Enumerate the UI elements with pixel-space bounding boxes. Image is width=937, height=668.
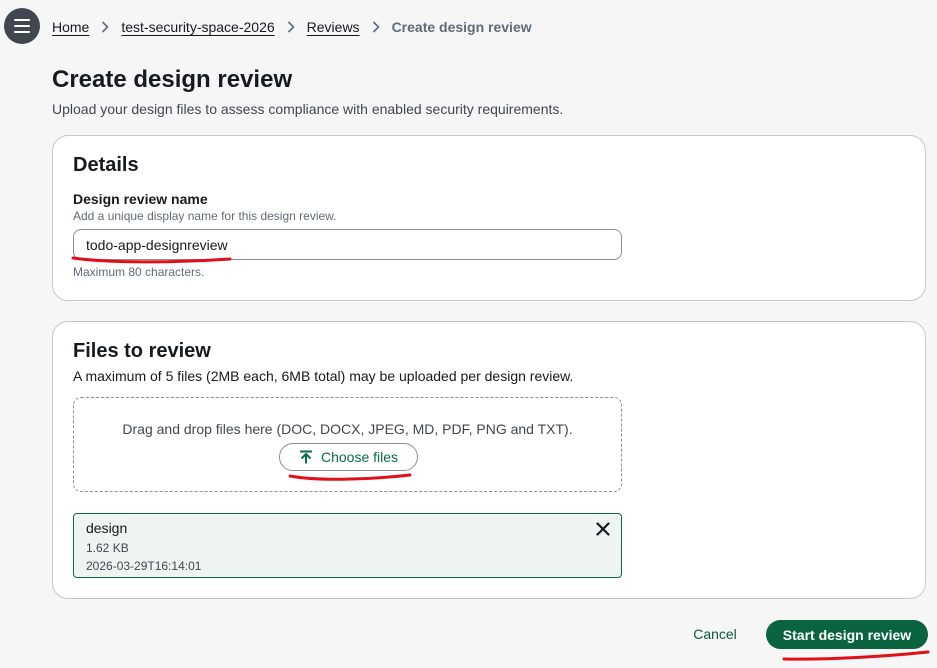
page-title: Create design review [52, 66, 293, 93]
design-review-name-constraint: Maximum 80 characters. [73, 265, 205, 279]
close-icon [596, 522, 610, 536]
file-dropzone[interactable]: Drag and drop files here (DOC, DOCX, JPE… [73, 397, 622, 492]
dropzone-text: Drag and drop files here (DOC, DOCX, JPE… [122, 421, 573, 437]
chevron-right-icon [372, 21, 380, 33]
upload-arrow-icon [299, 450, 312, 464]
page-description: Upload your design files to assess compl… [52, 101, 564, 117]
file-size: 1.62 KB [86, 541, 129, 555]
cancel-button[interactable]: Cancel [680, 620, 750, 648]
details-card: Details Design review name Add a unique … [52, 135, 926, 301]
details-title: Details [73, 154, 139, 176]
hamburger-menu-icon [14, 19, 30, 33]
chevron-right-icon [287, 21, 295, 33]
chevron-right-icon [101, 21, 109, 33]
design-review-name-description: Add a unique display name for this desig… [73, 209, 337, 223]
breadcrumb-space[interactable]: test-security-space-2026 [121, 19, 274, 35]
annotation-underline-start [782, 650, 930, 661]
files-title: Files to review [73, 340, 211, 362]
menu-button[interactable] [4, 8, 40, 44]
breadcrumb-current: Create design review [391, 19, 532, 35]
design-review-name-label: Design review name [73, 191, 208, 207]
breadcrumb: Home test-security-space-2026 Reviews Cr… [52, 17, 532, 37]
remove-file-button[interactable] [594, 520, 612, 538]
design-review-name-input[interactable] [73, 229, 622, 260]
start-design-review-button[interactable]: Start design review [766, 620, 928, 649]
file-modified: 2026-03-29T16:14:01 [86, 559, 202, 573]
choose-files-label: Choose files [320, 449, 399, 465]
file-name: design [86, 520, 128, 536]
files-card: Files to review A maximum of 5 files (2M… [52, 321, 926, 599]
uploaded-file-token: design 1.62 KB 2026-03-29T16:14:01 [73, 513, 622, 578]
breadcrumb-reviews[interactable]: Reviews [307, 19, 360, 35]
files-description: A maximum of 5 files (2MB each, 6MB tota… [73, 368, 574, 384]
breadcrumb-home[interactable]: Home [52, 19, 89, 35]
choose-files-button[interactable]: Choose files [279, 443, 418, 471]
